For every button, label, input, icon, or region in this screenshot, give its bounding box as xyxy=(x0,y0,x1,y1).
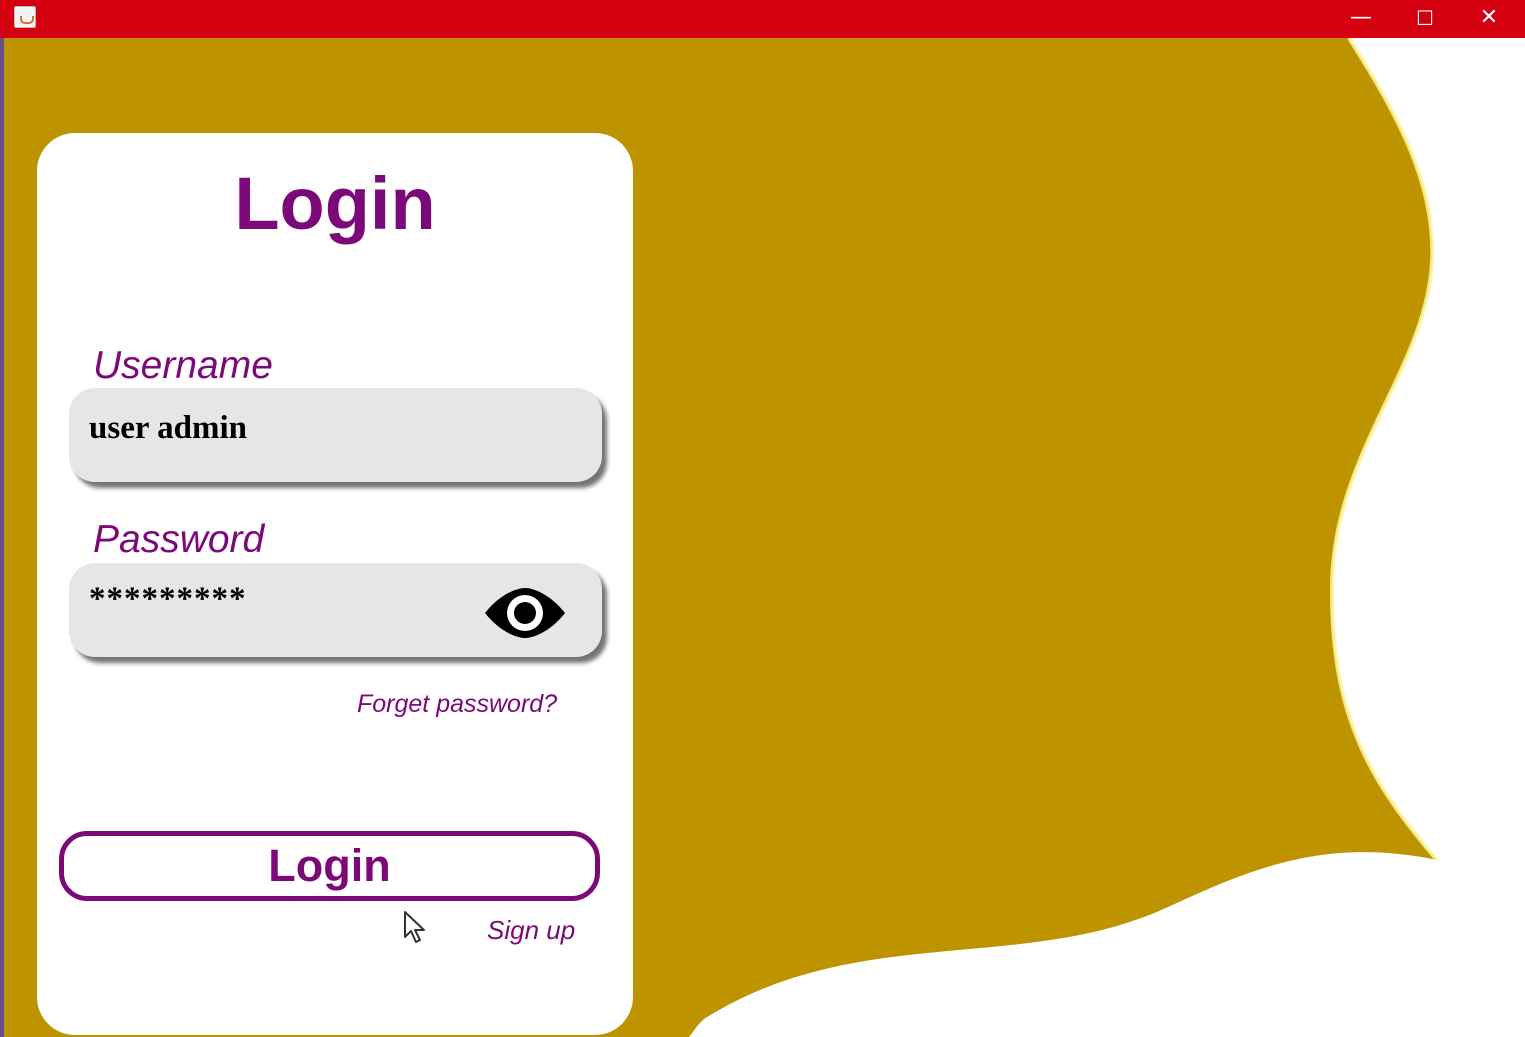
eye-icon[interactable] xyxy=(482,586,568,640)
password-field[interactable]: ********* xyxy=(69,563,602,657)
maximize-icon[interactable]: ☐ xyxy=(1393,0,1457,36)
close-icon[interactable]: ✕ xyxy=(1457,0,1521,36)
password-label: Password xyxy=(93,518,265,561)
username-value[interactable]: user admin xyxy=(89,408,247,448)
password-value[interactable]: ********* xyxy=(89,579,247,619)
forgot-password-link[interactable]: Forget password? xyxy=(357,689,557,719)
login-title: Login xyxy=(234,162,436,245)
minimize-icon[interactable]: — xyxy=(1329,0,1393,36)
login-card: Login Username user admin Password *****… xyxy=(37,133,633,1035)
login-button[interactable]: Login xyxy=(59,831,600,901)
username-label: Username xyxy=(93,344,273,387)
window-left-border xyxy=(0,38,4,1037)
java-app-icon xyxy=(14,6,36,28)
title-bar[interactable]: — ☐ ✕ xyxy=(0,0,1525,38)
username-field[interactable]: user admin xyxy=(69,388,602,482)
mouse-cursor-icon xyxy=(404,911,425,943)
sign-up-link[interactable]: Sign up xyxy=(487,914,575,946)
login-window: — ☐ ✕ Login Username user admin Password… xyxy=(0,0,1525,1037)
